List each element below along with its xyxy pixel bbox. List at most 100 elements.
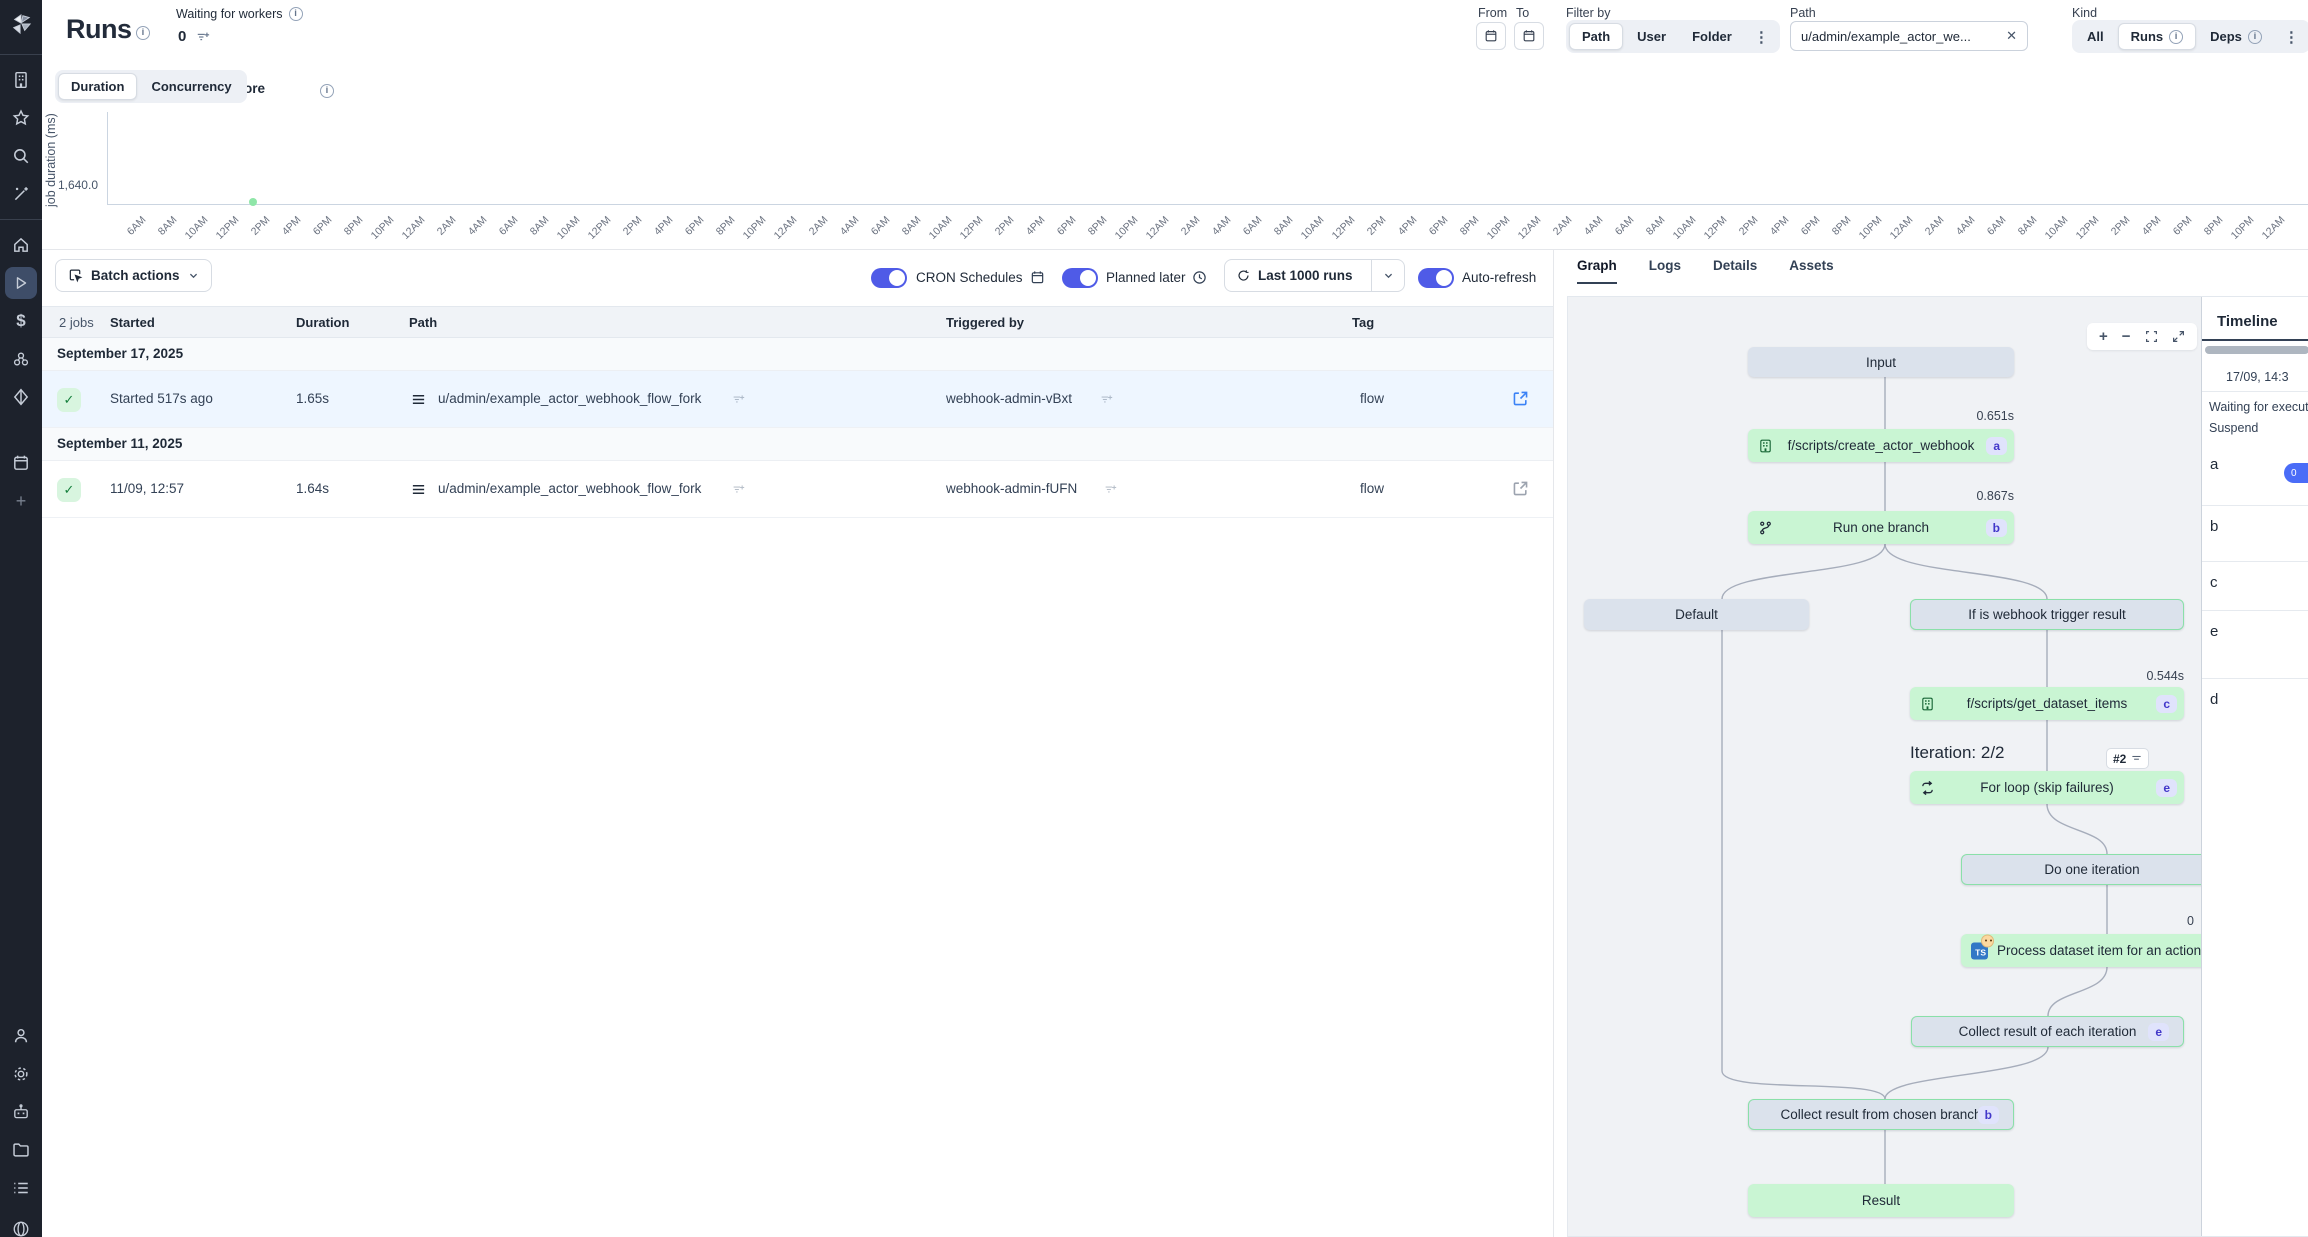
timeline-row[interactable]: d xyxy=(2202,679,2308,839)
search-icon[interactable] xyxy=(0,137,42,175)
flow-node-result[interactable]: Result xyxy=(1748,1184,2014,1217)
iteration-selector[interactable]: #2 xyxy=(2106,748,2149,769)
filter-plus-icon[interactable] xyxy=(1100,393,1113,406)
x-tick-label: 12AM xyxy=(2279,210,2306,228)
expand-icon[interactable] xyxy=(2172,330,2185,343)
filter-plus-icon[interactable] xyxy=(1104,483,1117,496)
gear-icon[interactable] xyxy=(0,1055,42,1093)
col-started[interactable]: Started xyxy=(110,315,155,330)
external-link-icon[interactable] xyxy=(1512,390,1529,407)
last-runs-dropdown-button[interactable] xyxy=(1371,259,1405,292)
waiting-info-icon[interactable]: i xyxy=(289,7,303,21)
batch-actions-button[interactable]: Batch actions xyxy=(55,259,212,292)
timeline-scrollbar[interactable] xyxy=(2205,346,2308,354)
tab-concurrency[interactable]: Concurrency xyxy=(139,74,243,99)
kind-all-option[interactable]: All xyxy=(2075,24,2116,49)
timeline-row[interactable]: b xyxy=(2202,506,2308,562)
timeline-row[interactable]: e xyxy=(2202,611,2308,679)
flow-node-branch-if[interactable]: If is webhook trigger result xyxy=(1910,599,2184,630)
flow-node-step-b[interactable]: Run one branch b xyxy=(1748,511,2014,544)
success-check-icon: ✓ xyxy=(57,388,81,412)
planned-later-toggle[interactable] xyxy=(1062,268,1098,288)
last-runs-button[interactable]: Last 1000 runs xyxy=(1224,259,1372,292)
globe-icon[interactable] xyxy=(0,1207,42,1237)
run-row[interactable]: ✓ Started 517s ago 1.65s u/admin/example… xyxy=(42,371,1553,428)
filter-plus-icon[interactable] xyxy=(732,393,745,406)
tab-details[interactable]: Details xyxy=(1713,258,1757,284)
to-date-button[interactable] xyxy=(1514,22,1544,50)
timeline-row[interactable]: c xyxy=(2202,562,2308,611)
menu-icon[interactable] xyxy=(411,392,426,407)
runs-info-icon[interactable]: i xyxy=(136,26,150,40)
star-icon[interactable] xyxy=(0,99,42,137)
col-duration[interactable]: Duration xyxy=(296,315,349,330)
path-label: Path xyxy=(1790,6,1816,20)
plus-icon[interactable]: + xyxy=(0,482,42,520)
flow-node-collect-branch[interactable]: Collect result from chosen branch b xyxy=(1748,1099,2014,1130)
filter-by-path-option[interactable]: Path xyxy=(1569,23,1623,50)
user-icon[interactable] xyxy=(0,1017,42,1055)
timeline-row-label: b xyxy=(2210,518,2218,535)
zoom-out-icon[interactable]: − xyxy=(2122,328,2131,345)
diamond-icon[interactable] xyxy=(0,378,42,416)
tab-logs[interactable]: Logs xyxy=(1649,258,1681,284)
run-path[interactable]: u/admin/example_actor_webhook_flow_fork xyxy=(438,391,701,406)
kind-kebab-icon[interactable]: ⋮ xyxy=(2276,28,2307,46)
sidebar-item-runs[interactable] xyxy=(0,264,42,302)
tab-duration[interactable]: Duration xyxy=(58,73,137,100)
run-row[interactable]: ✓ 11/09, 12:57 1.64s u/admin/example_act… xyxy=(42,461,1553,518)
timeline-legend-suspend: Suspend xyxy=(2209,418,2308,439)
run-path[interactable]: u/admin/example_actor_webhook_flow_fork xyxy=(438,481,701,496)
folder-icon[interactable] xyxy=(0,1131,42,1169)
timeline-legend: Waiting for executor Suspend xyxy=(2209,397,2308,439)
chart-data-point[interactable] xyxy=(249,198,257,206)
flow-node-do-one-iteration[interactable]: Do one iteration xyxy=(1961,854,2223,885)
col-triggered-by[interactable]: Triggered by xyxy=(946,315,1024,330)
from-date-button[interactable] xyxy=(1476,22,1506,50)
filter-by-kebab-icon[interactable]: ⋮ xyxy=(1746,28,1777,46)
load-more-info-icon[interactable]: i xyxy=(320,84,334,98)
dollar-icon[interactable]: $ xyxy=(0,302,42,340)
flow-node-branch-default[interactable]: Default xyxy=(1584,599,1809,630)
robot-icon[interactable] xyxy=(0,1093,42,1131)
date-group-header: September 11, 2025 xyxy=(42,428,1553,461)
col-tag[interactable]: Tag xyxy=(1352,315,1374,330)
building-icon[interactable] xyxy=(0,61,42,99)
app-sidebar: $ + xyxy=(0,0,42,1237)
flow-node-step-a[interactable]: f/scripts/create_actor_webhook a xyxy=(1748,429,2014,462)
nodes-icon[interactable] xyxy=(0,340,42,378)
filter-plus-icon[interactable] xyxy=(732,483,745,496)
path-filter-input[interactable]: u/admin/example_actor_we... ✕ xyxy=(1790,21,2028,51)
filter-by-folder-option[interactable]: Folder xyxy=(1680,24,1744,49)
fit-view-icon[interactable] xyxy=(2145,330,2158,343)
step-duration-clipped: 0 xyxy=(2114,914,2194,928)
menu-icon[interactable] xyxy=(411,482,426,497)
filter-plus-icon[interactable] xyxy=(196,30,210,44)
detail-tabs: Graph Logs Details Assets xyxy=(1577,258,1834,284)
filter-by-user-option[interactable]: User xyxy=(1625,24,1678,49)
timeline-row[interactable]: a0 xyxy=(2202,444,2308,506)
kind-runs-option[interactable]: Runsi xyxy=(2118,23,2197,50)
tab-assets[interactable]: Assets xyxy=(1789,258,1833,284)
list-icon[interactable] xyxy=(0,1169,42,1207)
chart-plot-area[interactable] xyxy=(107,112,2308,205)
flow-node-process-step[interactable]: TS Process dataset item for an action xyxy=(1961,934,2239,967)
flow-node-step-c[interactable]: f/scripts/get_dataset_items c xyxy=(1910,687,2184,720)
zoom-in-icon[interactable]: + xyxy=(2099,328,2108,345)
tab-graph[interactable]: Graph xyxy=(1577,258,1617,284)
external-link-icon[interactable] xyxy=(1512,480,1529,497)
flow-node-collect-each[interactable]: Collect result of each iteration e xyxy=(1911,1016,2184,1047)
cron-schedules-toggle[interactable] xyxy=(871,268,907,288)
calendar-icon[interactable] xyxy=(0,444,42,482)
timeline-duration-bar[interactable]: 0 xyxy=(2284,463,2308,483)
flow-node-input[interactable]: Input xyxy=(1748,347,2014,377)
auto-refresh-toggle[interactable] xyxy=(1418,268,1454,288)
col-path[interactable]: Path xyxy=(409,315,437,330)
timeline-title[interactable]: Timeline xyxy=(2217,313,2278,330)
magic-wand-icon[interactable] xyxy=(0,175,42,213)
kind-deps-option[interactable]: Depsi xyxy=(2198,24,2274,49)
refresh-icon xyxy=(1237,269,1250,282)
clear-path-icon[interactable]: ✕ xyxy=(2006,28,2017,44)
windmill-logo-icon[interactable] xyxy=(0,0,42,48)
flow-node-for-loop[interactable]: For loop (skip failures) e xyxy=(1910,771,2184,804)
